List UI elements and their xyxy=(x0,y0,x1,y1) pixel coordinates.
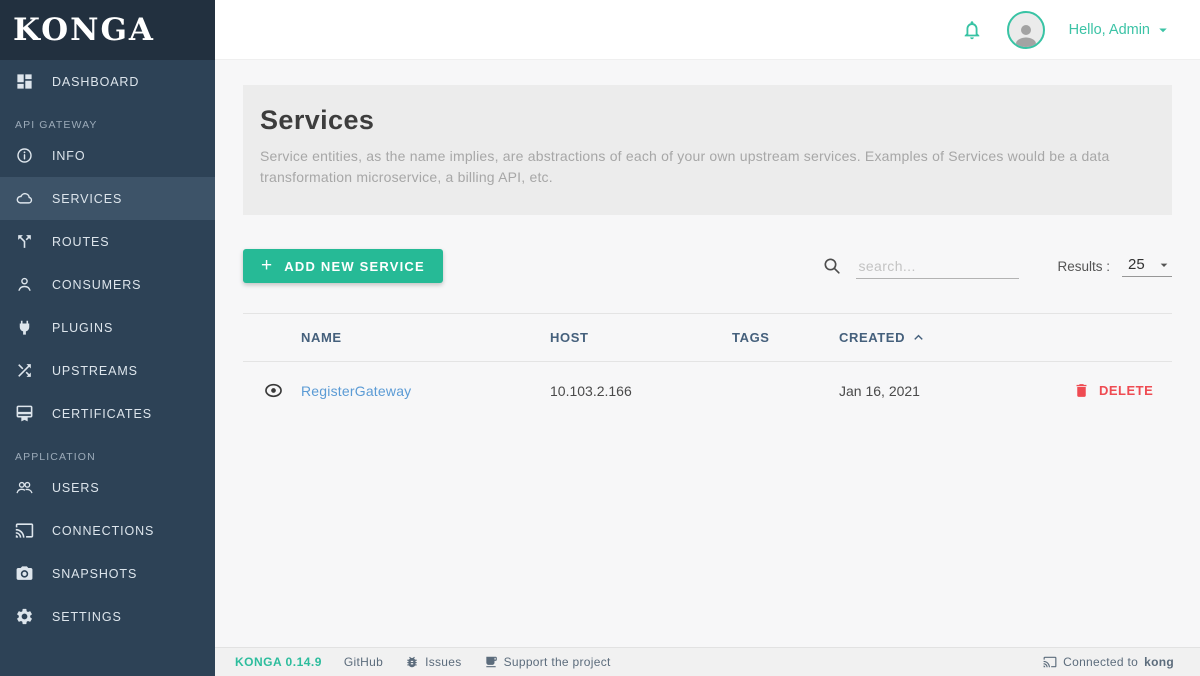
plus-icon: + xyxy=(261,256,273,275)
sidebar-item-label: SNAPSHOTS xyxy=(52,567,137,581)
sidebar-item-snapshots[interactable]: SNAPSHOTS xyxy=(0,552,215,595)
chevron-down-icon xyxy=(1156,257,1172,273)
cast-icon xyxy=(15,521,34,540)
page-header-panel: Services Service entities, as the name i… xyxy=(243,85,1172,215)
table-header-row: NAME HOST TAGS CREATED xyxy=(243,313,1172,362)
content-area: Services Service entities, as the name i… xyxy=(215,60,1200,647)
services-table: NAME HOST TAGS CREATED Registe xyxy=(243,313,1172,419)
connection-status: Connected to kong xyxy=(1043,655,1174,669)
sidebar-item-label: USERS xyxy=(52,481,100,495)
sidebar: KONGA DASHBOARD API GATEWAY INFO SERVICE… xyxy=(0,0,215,676)
sidebar-item-label: ROUTES xyxy=(52,235,110,249)
cloud-icon xyxy=(15,189,34,208)
delete-label: DELETE xyxy=(1099,383,1153,398)
gear-icon xyxy=(15,607,34,626)
sidebar-item-label: CERTIFICATES xyxy=(52,407,152,421)
search-input[interactable] xyxy=(856,254,1019,279)
sidebar-item-label: CONNECTIONS xyxy=(52,524,154,538)
sidebar-section-application: APPLICATION xyxy=(0,451,215,463)
support-link[interactable]: Support the project xyxy=(484,655,611,669)
app-window: KONGA DASHBOARD API GATEWAY INFO SERVICE… xyxy=(0,0,1200,676)
sidebar-item-label: SERVICES xyxy=(52,192,122,206)
sidebar-section-api-gateway: API GATEWAY xyxy=(0,119,215,131)
main-column: Hello, Admin Services Service entities, … xyxy=(215,0,1200,676)
service-name-link[interactable]: RegisterGateway xyxy=(301,383,411,399)
sidebar-item-consumers[interactable]: CONSUMERS xyxy=(0,263,215,306)
plug-icon xyxy=(15,318,34,337)
routes-split-icon xyxy=(15,232,34,251)
search-area xyxy=(822,254,1019,279)
sidebar-item-label: CONSUMERS xyxy=(52,278,141,292)
cast-icon xyxy=(1043,655,1057,669)
results-value: 25 xyxy=(1128,256,1145,273)
connected-node-name: kong xyxy=(1144,655,1174,669)
dashboard-icon xyxy=(15,72,34,91)
avatar-person-icon xyxy=(1011,20,1041,49)
sidebar-item-label: DASHBOARD xyxy=(52,75,139,89)
sidebar-item-users[interactable]: USERS xyxy=(0,466,215,509)
page-description: Service entities, as the name implies, a… xyxy=(260,146,1120,188)
results-label: Results : xyxy=(1057,259,1110,274)
column-header-name[interactable]: NAME xyxy=(301,330,550,345)
users-icon xyxy=(15,478,34,497)
search-icon xyxy=(822,256,842,276)
connected-prefix: Connected to xyxy=(1063,655,1138,669)
konga-version: KONGA 0.14.9 xyxy=(235,655,322,669)
delete-service-button[interactable]: DELETE xyxy=(1073,382,1153,399)
notifications-bell-icon[interactable] xyxy=(961,19,983,41)
trash-icon xyxy=(1073,382,1090,399)
sidebar-item-connections[interactable]: CONNECTIONS xyxy=(0,509,215,552)
results-area: Results : 25 xyxy=(1057,255,1172,277)
user-avatar[interactable] xyxy=(1007,11,1045,49)
toolbar: + ADD NEW SERVICE Results : 25 xyxy=(243,249,1172,283)
add-new-service-button[interactable]: + ADD NEW SERVICE xyxy=(243,249,443,283)
bug-icon xyxy=(405,655,419,669)
chevron-down-icon xyxy=(1154,21,1172,39)
add-button-label: ADD NEW SERVICE xyxy=(284,259,425,274)
sidebar-item-routes[interactable]: ROUTES xyxy=(0,220,215,263)
sidebar-item-label: INFO xyxy=(52,149,85,163)
sidebar-item-label: PLUGINS xyxy=(52,321,113,335)
page-title: Services xyxy=(260,105,1155,136)
certificate-icon xyxy=(15,404,34,423)
table-row: RegisterGateway 10.103.2.166 Jan 16, 202… xyxy=(243,362,1172,419)
service-created: Jan 16, 2021 xyxy=(839,383,1021,399)
github-link[interactable]: GitHub xyxy=(344,655,383,669)
sort-ascending-icon xyxy=(910,329,927,346)
user-menu[interactable]: Hello, Admin xyxy=(1069,21,1172,39)
coffee-mug-icon xyxy=(484,655,498,669)
sidebar-item-plugins[interactable]: PLUGINS xyxy=(0,306,215,349)
sidebar-item-dashboard[interactable]: DASHBOARD xyxy=(0,60,215,103)
column-header-created[interactable]: CREATED xyxy=(839,329,1021,346)
column-header-tags[interactable]: TAGS xyxy=(732,330,839,345)
footer: KONGA 0.14.9 GitHub Issues Support the p… xyxy=(215,647,1200,676)
sidebar-item-info[interactable]: INFO xyxy=(0,134,215,177)
shuffle-icon xyxy=(15,361,34,380)
sidebar-item-upstreams[interactable]: UPSTREAMS xyxy=(0,349,215,392)
issues-link[interactable]: Issues xyxy=(405,655,461,669)
results-select[interactable]: 25 xyxy=(1122,255,1172,277)
sidebar-item-certificates[interactable]: CERTIFICATES xyxy=(0,392,215,435)
greeting-label: Hello, Admin xyxy=(1069,22,1150,38)
service-host: 10.103.2.166 xyxy=(550,383,732,399)
topbar: Hello, Admin xyxy=(215,0,1200,60)
camera-icon xyxy=(15,564,34,583)
konga-logo[interactable]: KONGA xyxy=(0,0,215,60)
sidebar-nav: DASHBOARD API GATEWAY INFO SERVICES ROUT… xyxy=(0,60,215,676)
view-service-eye-icon[interactable] xyxy=(263,380,284,401)
person-icon xyxy=(15,275,34,294)
sidebar-item-settings[interactable]: SETTINGS xyxy=(0,595,215,638)
sidebar-item-services[interactable]: SERVICES xyxy=(0,177,215,220)
sidebar-item-label: SETTINGS xyxy=(52,610,122,624)
info-icon xyxy=(15,146,34,165)
column-header-host[interactable]: HOST xyxy=(550,330,732,345)
sidebar-item-label: UPSTREAMS xyxy=(52,364,138,378)
